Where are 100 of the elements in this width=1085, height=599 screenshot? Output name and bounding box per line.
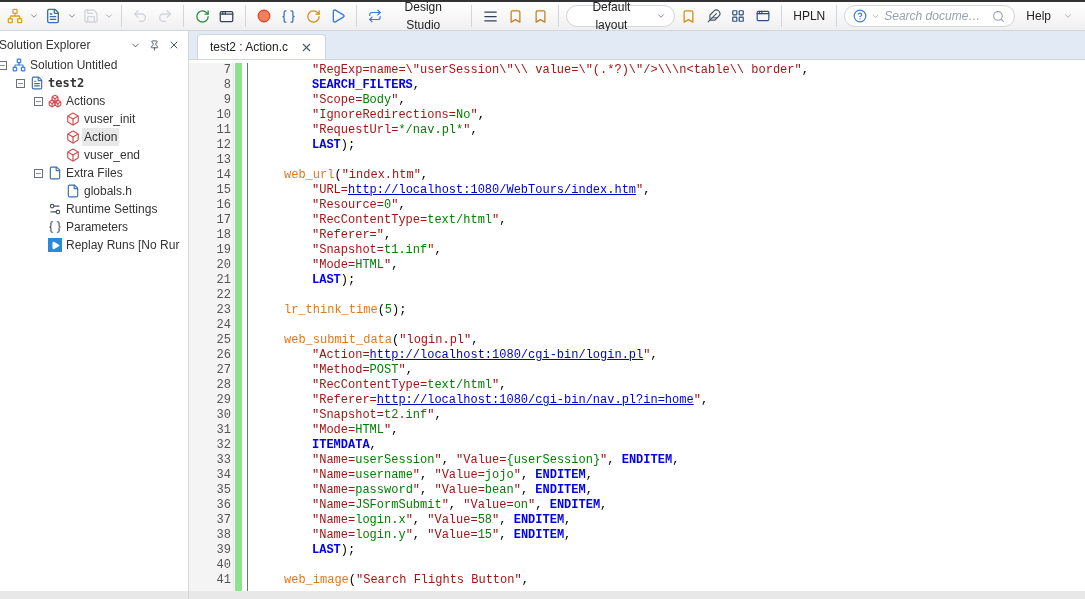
- block-icon: [66, 130, 80, 144]
- tree-item[interactable]: Action: [82, 128, 120, 146]
- code-line: "Name=login.x", "Value=58", ENDITEM,: [311, 513, 573, 528]
- code-line: "Snapshot=t2.inf",: [311, 408, 443, 423]
- line-number: 19: [216, 243, 231, 258]
- code-line: "Name=username", "Value=jojo", ENDITEM,: [311, 468, 594, 483]
- block-icon: [66, 148, 80, 162]
- help-icon: [853, 9, 868, 23]
- tree-item[interactable]: vuser_init: [82, 110, 138, 128]
- code-line: "IgnoreRedirections=No",: [311, 108, 486, 123]
- code-line: "Name=password", "Value=bean", ENDITEM,: [311, 483, 594, 498]
- scrollbar[interactable]: [0, 591, 188, 599]
- collapse-toggle[interactable]: [33, 168, 43, 178]
- code-link[interactable]: http://localhost:1080/cgi-bin/nav.pl?in=home: [376, 393, 694, 407]
- code-line: "RequestUrl=*/nav.pl*",: [311, 123, 479, 138]
- tree-item[interactable]: Replay Runs [No Rur: [64, 236, 182, 254]
- code-line: "Referer=",: [311, 228, 393, 243]
- dropdown-icon[interactable]: [66, 11, 77, 21]
- line-number: 24: [216, 318, 231, 333]
- line-number: 30: [216, 408, 231, 423]
- code-line: "Referer=http://localhost:1080/cgi-bin/nav.pl?in=home",: [311, 393, 710, 408]
- blocks-icon: [48, 94, 62, 108]
- files-icon: [48, 166, 62, 180]
- tree-item[interactable]: globals.h: [82, 182, 135, 200]
- script-icon: [30, 76, 44, 90]
- file-icon: [66, 184, 80, 198]
- tree-item[interactable]: Runtime Settings: [64, 200, 160, 218]
- code-line: web_submit_data("login.pl",: [283, 333, 480, 348]
- line-number: 14: [216, 168, 231, 183]
- line-number: 25: [216, 333, 231, 348]
- line-number: 28: [216, 378, 231, 393]
- dropdown-icon[interactable]: [28, 11, 39, 21]
- code-link[interactable]: http://localhost:1080/WebTours/index.htm: [348, 183, 637, 197]
- panel-title: Solution Explorer: [0, 37, 91, 54]
- tree-item[interactable]: Parameters: [64, 218, 131, 236]
- code-line: "Name=login.y", "Value=15", ENDITEM,: [311, 528, 573, 543]
- line-number: 21: [216, 273, 231, 288]
- line-number: 15: [216, 183, 231, 198]
- code-line: "Name=userSession", "Value={userSession}", ENDITEM,: [311, 453, 681, 468]
- line-number: 10: [216, 108, 231, 123]
- line-number: 33: [216, 453, 231, 468]
- network-icon: [12, 58, 26, 72]
- code-line: "RegExp=name=\"userSession\"\\ value=\"(.*?)\"/>\\\n<table\\ border",: [311, 63, 810, 78]
- tree-item[interactable]: Extra Files: [64, 164, 125, 182]
- close-icon[interactable]: [168, 39, 180, 51]
- code-link[interactable]: http://localhost:1080/cgi-bin/login.pl: [369, 348, 644, 362]
- code-line: "Snapshot=t1.inf",: [311, 243, 443, 258]
- code-line: "Mode=HTML",: [311, 423, 400, 438]
- line-number: 34: [216, 468, 231, 483]
- search-field[interactable]: Search docume…: [884, 7, 989, 25]
- line-number: 35: [216, 483, 231, 498]
- swap-arrows-icon: [368, 9, 383, 23]
- code-line: web_image("Search Flights Button",: [283, 573, 530, 588]
- line-number: 23: [216, 303, 231, 318]
- line-number: 27: [216, 363, 231, 378]
- tree-item[interactable]: vuser_end: [82, 146, 143, 164]
- line-number: 37: [216, 513, 231, 528]
- caret-icon: [655, 11, 666, 21]
- line-number: 8: [223, 78, 231, 93]
- parameters-icon: [48, 220, 62, 234]
- line-number: 40: [216, 558, 231, 573]
- collapse-toggle[interactable]: [15, 78, 25, 88]
- block-icon: [66, 112, 80, 126]
- settings-icon: [48, 202, 62, 216]
- code-line: LAST);: [311, 138, 357, 153]
- tree-item[interactable]: Actions: [64, 92, 108, 110]
- line-number: 22: [216, 288, 231, 303]
- editor-tab[interactable]: test2 : Action.c: [197, 34, 327, 59]
- line-number: 36: [216, 498, 231, 513]
- line-number: 41: [216, 573, 231, 588]
- line-number: 29: [216, 393, 231, 408]
- help-menu[interactable]: Help: [1018, 5, 1081, 27]
- line-number: 9: [223, 93, 231, 108]
- code-line: LAST);: [311, 273, 357, 288]
- line-number: 39: [216, 543, 231, 558]
- collapse-toggle[interactable]: [33, 96, 43, 106]
- code-line: "Action=http://localhost:1080/cgi-bin/login.pl",: [311, 348, 659, 363]
- line-number: 31: [216, 423, 231, 438]
- line-number: 32: [216, 438, 231, 453]
- tree-item[interactable]: Solution Untitled: [28, 56, 120, 74]
- code-line: "RecContentType=text/html",: [311, 213, 508, 228]
- play-icon: [48, 238, 62, 252]
- code-line: web_url("index.htm",: [283, 168, 430, 183]
- code-line: "URL=http://localhost:1080/WebTours/index.htm",: [311, 183, 652, 198]
- code-line: "Scope=Body",: [311, 93, 407, 108]
- line-number: 7: [223, 63, 231, 78]
- line-number: 11: [216, 123, 231, 138]
- pin-icon[interactable]: [149, 39, 160, 51]
- code-line: SEARCH_FILTERS,: [311, 78, 422, 93]
- tree-item[interactable]: test2: [46, 74, 87, 92]
- line-number: 38: [216, 528, 231, 543]
- line-number: 18: [216, 228, 231, 243]
- line-number: 17: [216, 213, 231, 228]
- code-line: "Mode=HTML",: [311, 258, 400, 273]
- line-number: 13: [216, 153, 231, 168]
- code-line: lr_think_time(5);: [283, 303, 408, 318]
- scrollbar[interactable]: [189, 591, 1085, 599]
- collapse-toggle[interactable]: [0, 60, 7, 70]
- hpln-button[interactable]: HPLN: [789, 5, 830, 27]
- search-bar[interactable]: Search docume…: [844, 5, 1016, 27]
